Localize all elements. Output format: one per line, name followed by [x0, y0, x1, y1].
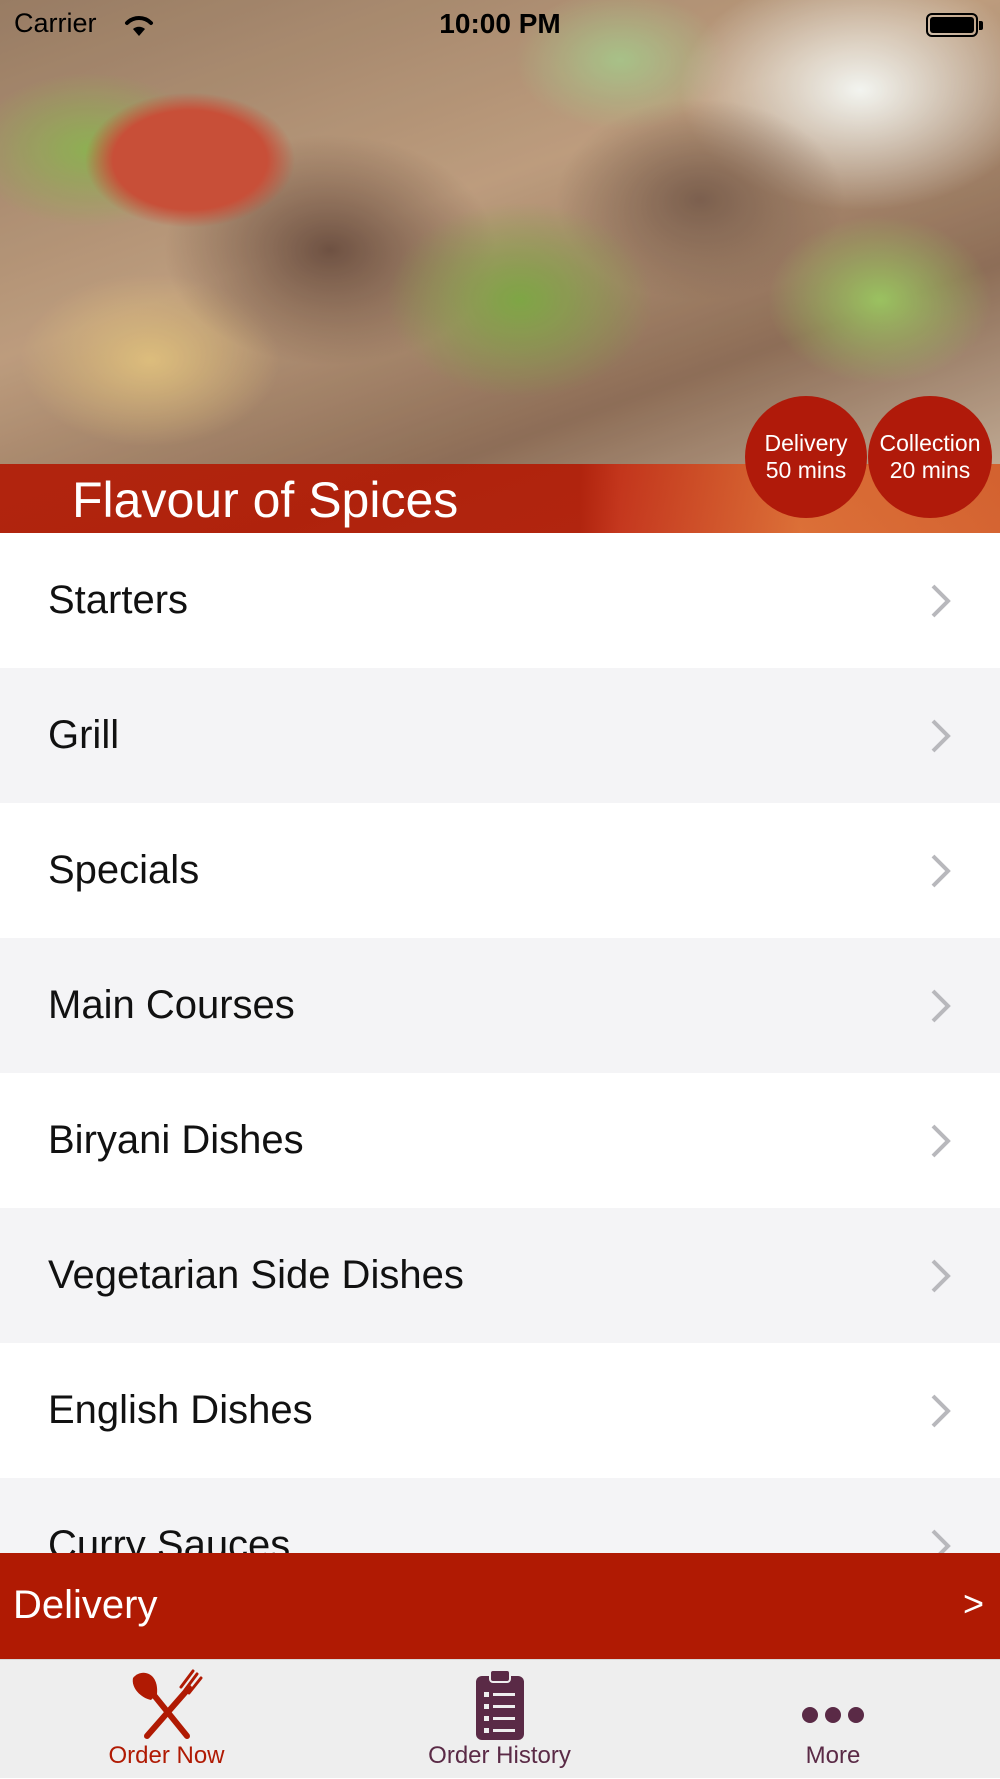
fork-knife-icon — [132, 1669, 202, 1739]
collection-time-badge: Collection 20 mins — [868, 396, 992, 518]
delivery-mode-label: Delivery — [13, 1583, 158, 1627]
menu-item-main-courses[interactable]: Main Courses — [0, 938, 1000, 1073]
badge-label: Collection — [879, 430, 981, 456]
menu-item-biryani-dishes[interactable]: Biryani Dishes — [0, 1073, 1000, 1208]
chevron-right-icon — [931, 1259, 951, 1292]
clock: 10:00 PM — [439, 8, 561, 39]
tab-order-now[interactable]: Order Now — [0, 1660, 333, 1779]
chevron-right-icon — [931, 989, 951, 1022]
tab-order-history[interactable]: Order History — [333, 1660, 666, 1779]
menu-item-specials[interactable]: Specials — [0, 803, 1000, 938]
chevron-right-icon — [931, 719, 951, 752]
delivery-time-badge: Delivery 50 mins — [745, 396, 867, 518]
menu-category-list[interactable]: Starters Grill Specials Main Courses Bir… — [0, 533, 1000, 1553]
menu-item-label: Curry Sauces — [48, 1523, 291, 1553]
restaurant-name: Flavour of Spices — [72, 472, 459, 528]
badge-time: 20 mins — [889, 457, 971, 483]
menu-item-label: Main Courses — [48, 983, 295, 1027]
badge-label: Delivery — [764, 430, 848, 456]
chevron-right-icon — [931, 1529, 951, 1553]
hero-banner: Carrier 10:00 PM Flavour of Spices Deliv… — [0, 0, 1000, 533]
menu-item-grill[interactable]: Grill — [0, 668, 1000, 803]
delivery-mode-bar[interactable]: Delivery > — [0, 1553, 1000, 1659]
tab-label: Order History — [428, 1742, 571, 1769]
tab-bar: Order Now Order History More — [0, 1659, 1000, 1778]
menu-item-curry-sauces[interactable]: Curry Sauces — [0, 1478, 1000, 1553]
menu-item-label: Starters — [48, 578, 189, 622]
menu-item-english-dishes[interactable]: English Dishes — [0, 1343, 1000, 1478]
delivery-arrow: > — [962, 1583, 984, 1624]
battery-icon — [926, 13, 983, 37]
chevron-right-icon — [931, 854, 951, 887]
chevron-right-icon — [931, 1394, 951, 1427]
badge-time: 50 mins — [765, 457, 847, 483]
tab-label: Order Now — [108, 1742, 225, 1769]
menu-item-starters[interactable]: Starters — [0, 533, 1000, 668]
menu-item-label: Grill — [48, 713, 120, 757]
menu-item-label: Vegetarian Side Dishes — [48, 1253, 464, 1297]
tab-label: More — [805, 1742, 861, 1769]
more-dots-icon — [802, 1707, 864, 1723]
chevron-right-icon — [931, 584, 951, 617]
clipboard-icon — [475, 1669, 524, 1740]
menu-item-label: Biryani Dishes — [48, 1118, 304, 1162]
chevron-right-icon — [931, 1124, 951, 1157]
tab-more[interactable]: More — [666, 1660, 1000, 1779]
menu-item-label: Specials — [48, 848, 200, 892]
menu-item-label: English Dishes — [48, 1388, 313, 1432]
menu-item-vegetarian-side-dishes[interactable]: Vegetarian Side Dishes — [0, 1208, 1000, 1343]
status-bar: Carrier 10:00 PM — [0, 0, 1000, 50]
